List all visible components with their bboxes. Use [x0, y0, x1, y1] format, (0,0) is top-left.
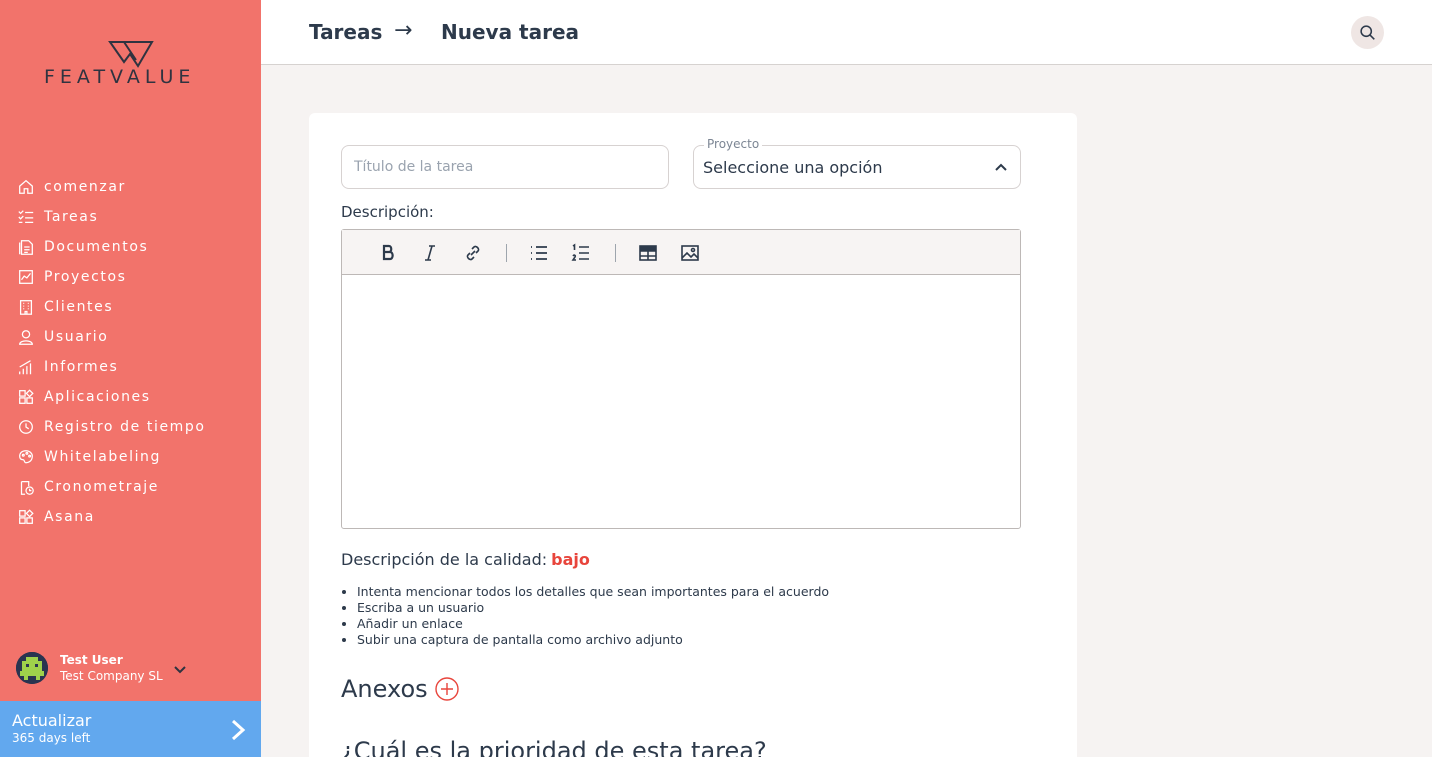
- quality-label: Descripción de la calidad:: [341, 550, 548, 569]
- sidebar-item-cronometraje[interactable]: Cronometraje: [16, 472, 206, 502]
- sidebar-item-label: Documentos: [44, 239, 149, 255]
- documents-icon: [16, 237, 36, 257]
- description-editor: [341, 229, 1021, 529]
- sidebar-item-label: Clientes: [44, 299, 114, 315]
- new-task-card: Proyecto Seleccione una opción Descripci…: [309, 113, 1077, 757]
- add-annex-plus-icon[interactable]: [434, 677, 459, 701]
- home-icon: [16, 177, 36, 197]
- asana-icon: [16, 507, 36, 527]
- sidebar-item-usuario[interactable]: Usuario: [16, 322, 206, 352]
- brand-logo[interactable]: FEATVALUE: [44, 40, 219, 90]
- brand-name: FEATVALUE: [44, 66, 196, 88]
- toolbar-divider: [615, 244, 616, 262]
- projects-icon: [16, 267, 36, 287]
- link-icon[interactable]: [462, 242, 484, 264]
- sidebar-item-proyectos[interactable]: Proyectos: [16, 262, 206, 292]
- project-selected-value: Seleccione una opción: [703, 158, 883, 177]
- sidebar-nav: comenzar Tareas Documentos Proyectos Cli…: [16, 172, 206, 532]
- task-title-input[interactable]: [341, 145, 669, 189]
- sidebar-item-registro-de-tiempo[interactable]: Registro de tiempo: [16, 412, 206, 442]
- avatar: [16, 652, 48, 684]
- quality-tips-list: Intenta mencionar todos los detalles que…: [357, 584, 829, 648]
- numbered-list-icon[interactable]: [570, 242, 592, 264]
- user-name: Test User: [60, 653, 123, 667]
- list-item: Subir una captura de pantalla como archi…: [357, 632, 829, 648]
- reports-icon: [16, 357, 36, 377]
- bullet-list-icon[interactable]: [528, 242, 550, 264]
- clients-icon: [16, 297, 36, 317]
- upgrade-days-left: 365 days left: [12, 731, 91, 745]
- priority-heading: ¿Cuál es la prioridad de esta tarea?: [341, 737, 767, 757]
- editor-content-area[interactable]: [342, 275, 1020, 528]
- apps-icon: [16, 387, 36, 407]
- sidebar-item-label: Proyectos: [44, 269, 127, 285]
- chevron-right-icon: [228, 718, 248, 742]
- user-info: Test User Test Company SL: [60, 653, 163, 683]
- whitelabel-icon: [16, 447, 36, 467]
- annex-section: Anexos: [341, 675, 459, 703]
- annex-title: Anexos: [341, 675, 428, 703]
- page-title: Nueva tarea: [441, 20, 580, 44]
- search-icon: [1360, 25, 1375, 40]
- sidebar-item-whitelabeling[interactable]: Whitelabeling: [16, 442, 206, 472]
- quality-value: bajo: [551, 550, 590, 569]
- chevron-down-icon[interactable]: [173, 661, 187, 675]
- user-company: Test Company SL: [60, 669, 163, 683]
- sidebar-item-label: comenzar: [44, 179, 126, 195]
- search-button[interactable]: [1351, 16, 1384, 49]
- bold-icon[interactable]: [377, 242, 399, 264]
- upgrade-title: Actualizar: [12, 711, 92, 730]
- sidebar-item-aplicaciones[interactable]: Aplicaciones: [16, 382, 206, 412]
- sidebar-item-documentos[interactable]: Documentos: [16, 232, 206, 262]
- list-item: Intenta mencionar todos los detalles que…: [357, 584, 829, 600]
- image-icon[interactable]: [679, 242, 701, 264]
- time-log-icon: [16, 417, 36, 437]
- sidebar-item-label: Cronometraje: [44, 479, 160, 495]
- list-item: Escriba a un usuario: [357, 600, 829, 616]
- sidebar: FEATVALUE comenzar Tareas Documentos Pro…: [0, 0, 261, 757]
- project-label: Proyecto: [704, 137, 763, 151]
- sidebar-item-label: Asana: [44, 509, 95, 525]
- sidebar-item-label: Registro de tiempo: [44, 419, 206, 435]
- top-header: Tareas → Nueva tarea: [261, 0, 1432, 65]
- tasks-icon: [16, 207, 36, 227]
- chevron-up-icon: [994, 160, 1008, 174]
- breadcrumb-separator-icon: →: [394, 18, 413, 43]
- sidebar-item-asana[interactable]: Asana: [16, 502, 206, 532]
- user-menu[interactable]: Test User Test Company SL: [16, 652, 187, 684]
- stopwatch-icon: [16, 477, 36, 497]
- sidebar-item-label: Aplicaciones: [44, 389, 151, 405]
- breadcrumb-tareas[interactable]: Tareas: [309, 20, 382, 44]
- avatar-icon: [16, 652, 48, 684]
- sidebar-item-label: Whitelabeling: [44, 449, 162, 465]
- description-label: Descripción:: [341, 203, 434, 221]
- editor-toolbar: [342, 230, 1020, 275]
- italic-icon[interactable]: [419, 242, 441, 264]
- sidebar-item-clientes[interactable]: Clientes: [16, 292, 206, 322]
- table-icon[interactable]: [637, 242, 659, 264]
- upgrade-banner[interactable]: Actualizar 365 days left: [0, 701, 261, 757]
- list-item: Añadir un enlace: [357, 616, 829, 632]
- sidebar-item-informes[interactable]: Informes: [16, 352, 206, 382]
- sidebar-item-comenzar[interactable]: comenzar: [16, 172, 206, 202]
- project-select[interactable]: Proyecto Seleccione una opción: [693, 137, 1021, 189]
- sidebar-item-label: Informes: [44, 359, 119, 375]
- sidebar-item-label: Tareas: [44, 209, 99, 225]
- sidebar-item-tareas[interactable]: Tareas: [16, 202, 206, 232]
- user-icon: [16, 327, 36, 347]
- toolbar-divider: [506, 244, 507, 262]
- quality-indicator: Descripción de la calidad: bajo: [341, 550, 590, 569]
- sidebar-item-label: Usuario: [44, 329, 109, 345]
